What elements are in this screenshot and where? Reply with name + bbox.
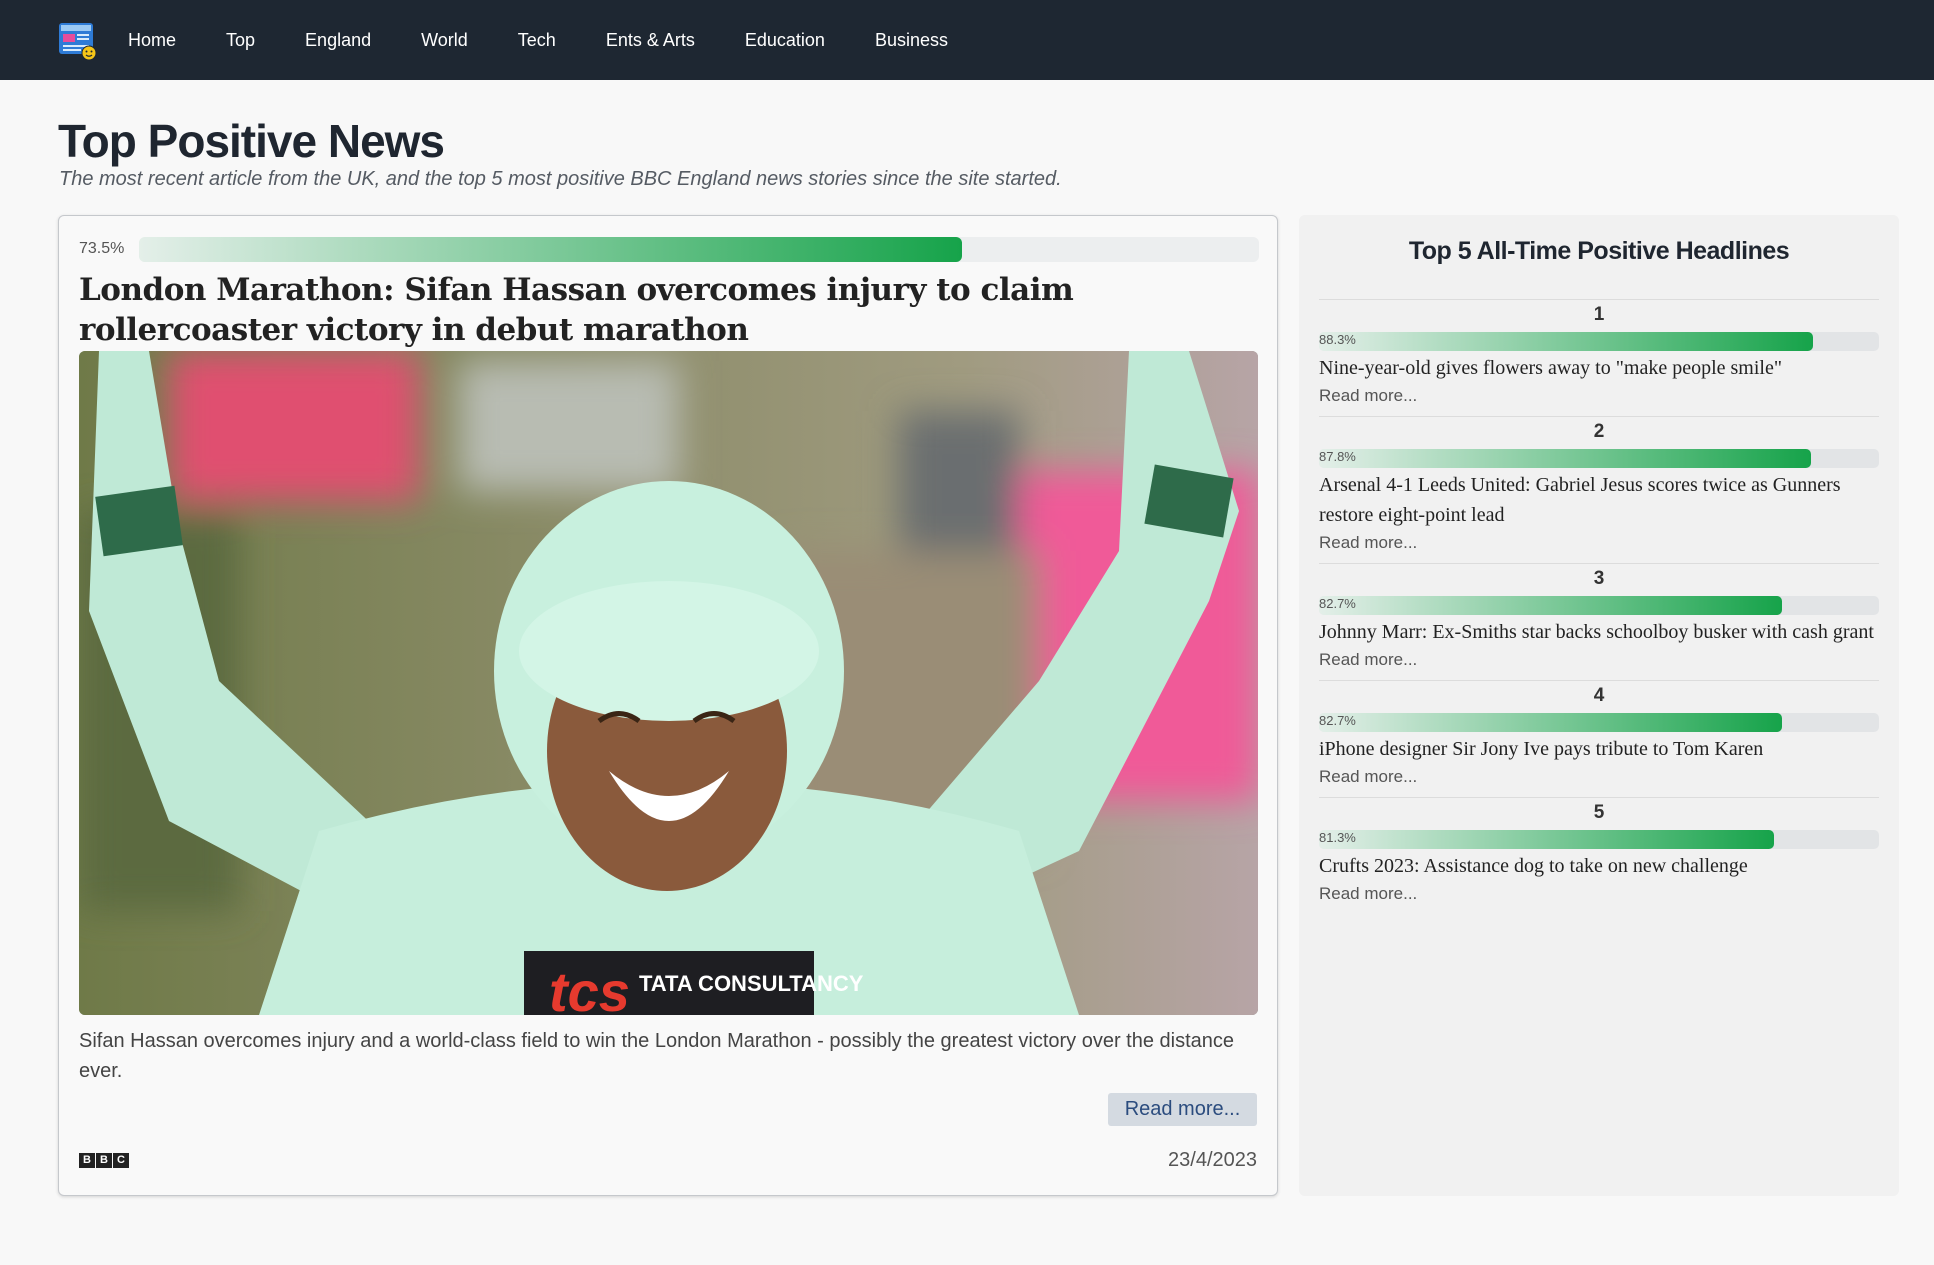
score-bar-fill	[1319, 830, 1775, 849]
headline-text[interactable]: iPhone designer Sir Jony Ive pays tribut…	[1319, 734, 1879, 764]
headline-text[interactable]: Arsenal 4-1 Leeds United: Gabriel Jesus …	[1319, 470, 1879, 530]
main-score-label: 73.5%	[79, 240, 125, 257]
main-article-image[interactable]: tcs TATA CONSULTANCY	[79, 351, 1258, 1015]
svg-text:tcs: tcs	[549, 960, 630, 1015]
score-bar	[1319, 332, 1879, 351]
score-label: 88.3%	[1319, 332, 1356, 347]
score-bar-fill	[1319, 713, 1783, 732]
nav-link-education[interactable]: Education	[745, 30, 825, 51]
bbc-logo-icon: B B C	[79, 1153, 129, 1168]
read-more-link[interactable]: Read more...	[1319, 383, 1879, 409]
nav-link-england[interactable]: England	[305, 30, 371, 51]
main-description: Sifan Hassan overcomes injury and a worl…	[79, 1030, 1235, 1082]
read-more-link[interactable]: Read more...	[1319, 647, 1879, 673]
bbc-logo-letter: B	[79, 1153, 95, 1168]
rank-number: 1	[1593, 304, 1605, 325]
list-item: 1 88.3% Nine-year-old gives flowers away…	[1319, 299, 1879, 409]
main-headline[interactable]: London Marathon: Sifan Hassan overcomes …	[79, 270, 1259, 350]
score-bar	[1319, 449, 1879, 468]
nav-link-ents-arts[interactable]: Ents & Arts	[606, 30, 695, 51]
headline-text[interactable]: Crufts 2023: Assistance dog to take on n…	[1319, 851, 1879, 881]
score-label: 82.7%	[1319, 713, 1356, 728]
main-article-date: 23/4/2023	[1168, 1149, 1257, 1171]
list-item: 2 87.8% Arsenal 4-1 Leeds United: Gabrie…	[1319, 416, 1879, 556]
rank-number: 2	[1593, 421, 1605, 442]
rank-number: 5	[1593, 802, 1605, 823]
nav-link-business[interactable]: Business	[875, 30, 948, 51]
top-navbar: Home Top England World Tech Ents & Arts …	[0, 0, 1934, 80]
read-more-link[interactable]: Read more...	[1319, 764, 1879, 790]
score-label: 87.8%	[1319, 449, 1356, 464]
score-bar-fill	[1319, 596, 1783, 615]
bib-text: TATA CONSULTANCY	[639, 971, 864, 996]
rank-number: 3	[1593, 568, 1605, 589]
nav-link-home[interactable]: Home	[128, 30, 176, 51]
headline-text[interactable]: Johnny Marr: Ex-Smiths star backs school…	[1319, 617, 1879, 647]
news-logo-icon[interactable]	[57, 20, 98, 61]
bbc-logo-letter: C	[113, 1153, 129, 1168]
side-panel-title: Top 5 All-Time Positive Headlines	[1408, 237, 1790, 265]
main-score-bar	[139, 237, 1259, 262]
top-five-list: 1 88.3% Nine-year-old gives flowers away…	[1319, 299, 1879, 914]
page-subtitle: The most recent article from the UK, and…	[59, 168, 1062, 190]
nav-link-top[interactable]: Top	[226, 30, 255, 51]
read-more-link[interactable]: Read more...	[1319, 881, 1879, 907]
main-score-bar-fill	[139, 237, 963, 262]
score-bar-fill	[1319, 332, 1814, 351]
score-bar	[1319, 713, 1879, 732]
bbc-logo-letter: B	[96, 1153, 112, 1168]
headline-text[interactable]: Nine-year-old gives flowers away to "mak…	[1319, 353, 1879, 383]
main-article-card: 73.5% London Marathon: Sifan Hassan over…	[58, 215, 1278, 1196]
nav-links: Home Top England World Tech Ents & Arts …	[128, 30, 998, 51]
nav-link-tech[interactable]: Tech	[518, 30, 556, 51]
score-bar	[1319, 596, 1879, 615]
rank-number: 4	[1593, 685, 1605, 706]
score-label: 82.7%	[1319, 596, 1356, 611]
main-read-more-button[interactable]: Read more...	[1108, 1093, 1257, 1126]
page-title: Top Positive News	[58, 115, 445, 167]
top-five-panel: Top 5 All-Time Positive Headlines 1 88.3…	[1299, 215, 1899, 1196]
score-bar-fill	[1319, 449, 1811, 468]
read-more-link[interactable]: Read more...	[1319, 530, 1879, 556]
list-item: 5 81.3% Crufts 2023: Assistance dog to t…	[1319, 797, 1879, 907]
nav-link-world[interactable]: World	[421, 30, 468, 51]
list-item: 3 82.7% Johnny Marr: Ex-Smiths star back…	[1319, 563, 1879, 673]
score-label: 81.3%	[1319, 830, 1356, 845]
score-bar	[1319, 830, 1879, 849]
list-item: 4 82.7% iPhone designer Sir Jony Ive pay…	[1319, 680, 1879, 790]
